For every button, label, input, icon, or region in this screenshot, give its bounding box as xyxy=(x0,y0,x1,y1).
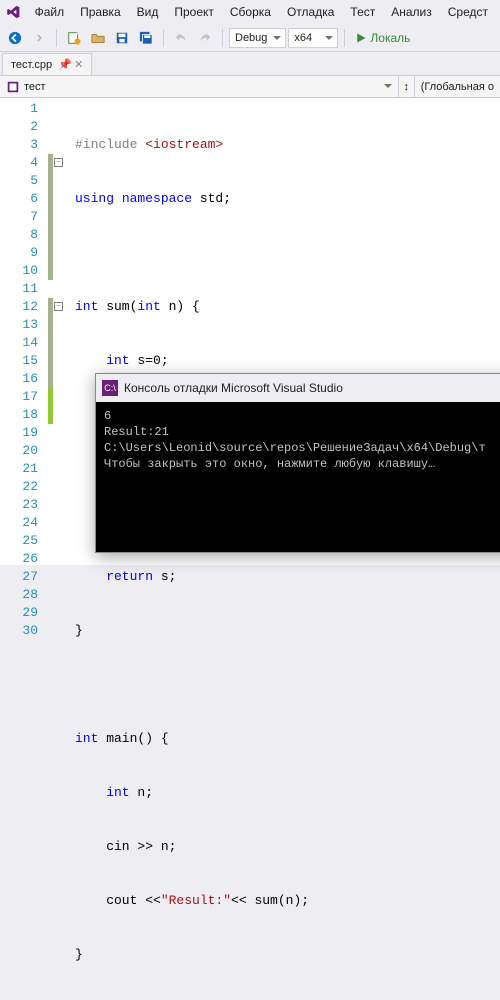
scope-label: тест xyxy=(24,81,46,93)
save-button[interactable] xyxy=(111,27,133,49)
new-item-button[interactable] xyxy=(63,27,85,49)
global-label: (Глобальная о xyxy=(421,81,494,93)
collapse-icon[interactable]: − xyxy=(54,158,63,167)
menu-test[interactable]: Тест xyxy=(342,3,383,21)
line-number-gutter: 1234567891011121314151617181920212223242… xyxy=(0,98,48,565)
project-icon xyxy=(6,80,20,94)
tab-row: тест.cpp 📌 ✕ xyxy=(0,52,500,76)
swap-icon: ↕ xyxy=(403,81,409,93)
separator xyxy=(222,29,223,47)
menubar: Файл Правка Вид Проект Сборка Отладка Те… xyxy=(0,0,500,24)
console-output: 6Result:21C:\Users\Leonid\source\repos\Р… xyxy=(96,402,500,552)
scope-dropdown[interactable]: тест xyxy=(0,76,399,97)
menu-file[interactable]: Файл xyxy=(27,3,73,21)
nav-fwd-button[interactable] xyxy=(28,27,50,49)
start-debug-button[interactable]: Локаль xyxy=(355,31,410,45)
close-icon[interactable]: ✕ xyxy=(74,58,83,71)
menu-tools[interactable]: Средст xyxy=(440,3,496,21)
vs-logo-icon xyxy=(6,3,21,21)
config-dropdown[interactable]: Debug xyxy=(229,28,286,48)
navbar: тест ↕ (Глобальная о xyxy=(0,76,500,98)
menu-build[interactable]: Сборка xyxy=(222,3,279,21)
pin-icon[interactable]: 📌 xyxy=(58,58,68,71)
play-icon xyxy=(355,32,367,44)
undo-button[interactable] xyxy=(170,27,192,49)
menu-view[interactable]: Вид xyxy=(129,3,167,21)
nav-back-button[interactable] xyxy=(4,27,26,49)
separator xyxy=(163,29,164,47)
open-button[interactable] xyxy=(87,27,109,49)
console-icon: C:\ xyxy=(102,380,118,396)
menu-edit[interactable]: Правка xyxy=(72,3,129,21)
tab-file[interactable]: тест.cpp 📌 ✕ xyxy=(2,53,92,75)
global-scope[interactable]: (Глобальная о xyxy=(415,76,500,97)
menu-analyze[interactable]: Анализ xyxy=(383,3,440,21)
collapse-icon[interactable]: − xyxy=(54,302,63,311)
console-title-label: Консоль отладки Microsoft Visual Studio xyxy=(124,381,343,395)
menu-debug[interactable]: Отладка xyxy=(279,3,342,21)
console-titlebar[interactable]: C:\ Консоль отладки Microsoft Visual Stu… xyxy=(96,374,500,402)
platform-dropdown[interactable]: x64 xyxy=(288,28,338,48)
redo-button[interactable] xyxy=(194,27,216,49)
debug-console-window[interactable]: C:\ Консоль отладки Microsoft Visual Stu… xyxy=(95,373,500,553)
outline-margin[interactable]: − − xyxy=(53,98,71,565)
separator xyxy=(344,29,345,47)
tab-filename: тест.cpp xyxy=(11,59,52,71)
separator xyxy=(56,29,57,47)
nav-swap-button[interactable]: ↕ xyxy=(399,76,415,97)
menu-project[interactable]: Проект xyxy=(166,3,222,21)
start-label: Локаль xyxy=(370,31,410,45)
toolbar: Debug x64 Локаль xyxy=(0,24,500,52)
save-all-button[interactable] xyxy=(135,27,157,49)
